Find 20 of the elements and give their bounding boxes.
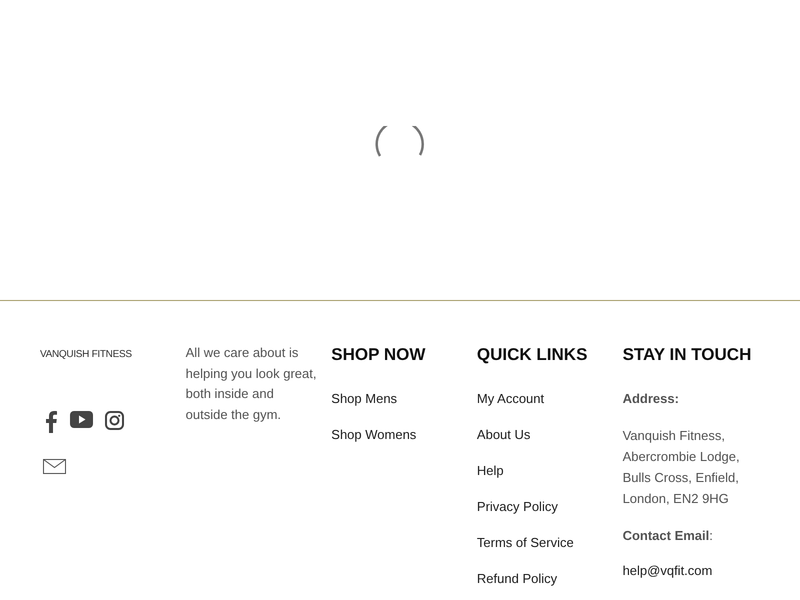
column-heading: QUICK LINKS	[476, 345, 588, 366]
brand-logo[interactable]: VANQUISH FITNESS	[40, 347, 132, 362]
email-label: Contact Email:	[622, 528, 714, 544]
footer-link[interactable]: Shop Womens	[331, 427, 463, 444]
address-text: Vanquish Fitness, Abercrombie Lodge, Bulls Cross, Enfield, London, EN2 9HG	[622, 427, 741, 508]
footer-link[interactable]: Refund Policy	[476, 571, 609, 588]
footer-link[interactable]: My Account	[476, 391, 609, 408]
column-heading: SHOP NOW	[331, 345, 426, 366]
column-heading: STAY IN TOUCH	[622, 345, 752, 366]
footer-link[interactable]: About Us	[476, 427, 609, 444]
instagram-icon[interactable]	[105, 410, 124, 432]
mail-icon[interactable]	[43, 458, 66, 474]
footer-link[interactable]: Terms of Service	[476, 535, 609, 552]
footer-link[interactable]: Privacy Policy	[476, 499, 609, 516]
facebook-icon[interactable]	[44, 410, 58, 432]
address-label: Address:	[622, 391, 680, 408]
footer-link[interactable]: Help	[476, 463, 609, 480]
email-link[interactable]: help@vqfit.com	[622, 563, 766, 580]
about-text: All we care about is helping you look great, both inside and outside the gym.	[186, 344, 318, 424]
footer-link[interactable]: Shop Mens	[331, 391, 463, 408]
